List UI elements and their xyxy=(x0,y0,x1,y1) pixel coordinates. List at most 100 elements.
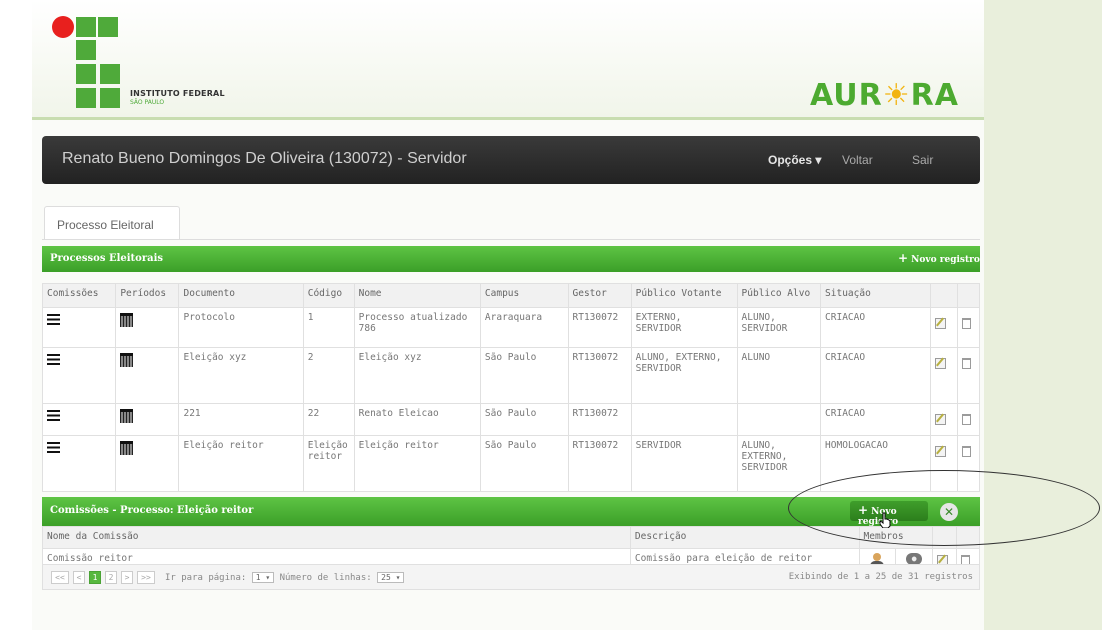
cell-gestor: RT130072 xyxy=(567,347,632,404)
calendar-icon[interactable] xyxy=(120,409,134,423)
trash-icon[interactable] xyxy=(961,318,971,329)
cell-nome: Processo atualizado 786 xyxy=(353,307,481,348)
first-page-button[interactable]: << xyxy=(51,571,69,584)
aurora-sun-icon: ☀ xyxy=(882,78,911,113)
goto-page: Ir para página: 1 ▾ Número de linhas: 25… xyxy=(165,572,405,583)
cell-nome: Eleição xyz xyxy=(353,347,481,404)
processes-header-row: Comissões Períodos Documento Código Nome… xyxy=(41,283,980,308)
goto-page-select[interactable]: 1 ▾ xyxy=(251,572,275,583)
col-header[interactable]: Comissões xyxy=(41,283,117,308)
institute-line1: INSTITUTO FEDERAL xyxy=(130,89,225,98)
last-page-button[interactable]: >> xyxy=(137,571,155,584)
cell-gestor: RT130072 xyxy=(567,403,632,436)
commissions-list-icon[interactable] xyxy=(47,354,60,365)
commissions-list-icon[interactable] xyxy=(47,442,60,453)
processes-table: Comissões Períodos Documento Código Nome… xyxy=(41,283,980,492)
prev-page-button[interactable]: < xyxy=(73,571,85,584)
cell-gestor: RT130072 xyxy=(567,307,632,348)
cell-documento: Eleição xyz xyxy=(178,347,304,404)
trash-icon[interactable] xyxy=(961,414,971,425)
calendar-icon[interactable] xyxy=(120,441,134,455)
cell-situacao: CRIACAO xyxy=(820,347,932,404)
trash-icon[interactable] xyxy=(961,358,971,369)
col-header[interactable]: Períodos xyxy=(115,283,180,308)
hand-cursor-icon xyxy=(879,512,891,528)
cell-votante xyxy=(630,403,738,436)
cell-alvo: ALUNO xyxy=(736,347,822,404)
cell-alvo: ALUNO, SERVIDOR xyxy=(736,307,822,348)
col-header[interactable]: Código xyxy=(302,283,355,308)
aurora-left: AUR xyxy=(810,78,883,113)
page-2-button[interactable]: 2 xyxy=(105,571,117,584)
institute-line2: SÃO PAULO xyxy=(130,99,165,106)
cell-alvo: ALUNO, EXTERNO, SERVIDOR xyxy=(736,435,822,492)
col-header[interactable]: Campus xyxy=(479,283,569,308)
edit-icon[interactable] xyxy=(935,446,947,457)
table-row: Protocolo 1 Processo atualizado 786 Arar… xyxy=(41,307,980,348)
rows-select[interactable]: 25 ▾ xyxy=(377,572,405,583)
aurora-right: RA xyxy=(910,78,959,113)
pagination-bar: << < 1 2 > >> Ir para página: 1 ▾ Número… xyxy=(42,564,980,590)
cell-alvo xyxy=(736,403,822,436)
cell-nome: Renato Eleicao xyxy=(353,403,481,436)
trash-icon[interactable] xyxy=(961,446,971,457)
edit-icon[interactable] xyxy=(935,318,947,329)
cell-gestor: RT130072 xyxy=(567,435,632,492)
commissions-list-icon[interactable] xyxy=(47,314,60,325)
back-link[interactable]: Voltar xyxy=(842,153,873,167)
col-header[interactable]: Nome da Comissão xyxy=(42,526,631,549)
table-row: Eleição xyz 2 Eleição xyz São Paulo RT13… xyxy=(41,347,980,404)
cell-situacao: CRIACAO xyxy=(820,403,932,436)
cell-votante: ALUNO, EXTERNO, SERVIDOR xyxy=(630,347,738,404)
rows-label: Número de linhas: xyxy=(279,573,372,583)
calendar-icon[interactable] xyxy=(120,313,134,327)
commissions-title: Comissões - Processo: Eleição reitor xyxy=(50,505,254,516)
cell-campus: São Paulo xyxy=(479,403,569,436)
tab-divider xyxy=(42,239,980,240)
cell-campus: Araraquara xyxy=(479,307,569,348)
cell-codigo: Eleição reitor xyxy=(302,435,355,492)
aurora-logo: AUR☀RA xyxy=(810,78,959,113)
records-summary: Exibindo de 1 a 25 de 31 registros xyxy=(788,572,973,582)
cell-documento: 221 xyxy=(178,403,304,436)
institute-name: INSTITUTO FEDERAL SÃO PAULO xyxy=(130,89,225,106)
processes-panel-header: Processos Eleitorais + Novo registro xyxy=(42,246,980,272)
top-navbar: Renato Bueno Domingos De Oliveira (13007… xyxy=(42,136,980,184)
user-title: Renato Bueno Domingos De Oliveira (13007… xyxy=(62,150,467,167)
cell-campus: São Paulo xyxy=(479,347,569,404)
calendar-icon[interactable] xyxy=(120,353,134,367)
cell-nome: Eleição reitor xyxy=(353,435,481,492)
cell-campus: São Paulo xyxy=(479,435,569,492)
exit-link[interactable]: Sair xyxy=(912,153,933,167)
edit-icon[interactable] xyxy=(935,358,947,369)
background-left xyxy=(0,0,32,630)
goto-page-label: Ir para página: xyxy=(165,573,247,583)
col-header[interactable]: Documento xyxy=(178,283,304,308)
options-menu[interactable]: Opções ▾ xyxy=(768,153,821,167)
processes-new-button[interactable]: + Novo registro xyxy=(898,251,980,265)
header: INSTITUTO FEDERAL SÃO PAULO AUR☀RA xyxy=(32,0,984,120)
col-header[interactable]: Situação xyxy=(820,283,932,308)
tab-processo-eleitoral[interactable]: Processo Eleitoral xyxy=(44,206,180,240)
cell-codigo: 2 xyxy=(302,347,355,404)
col-header[interactable]: Público Alvo xyxy=(736,283,822,308)
table-row: 221 22 Renato Eleicao São Paulo RT130072… xyxy=(41,403,980,436)
annotation-ellipse xyxy=(788,470,1100,546)
cell-situacao: CRIACAO xyxy=(820,307,932,348)
col-header[interactable]: Nome xyxy=(353,283,481,308)
cell-votante: SERVIDOR xyxy=(630,435,738,492)
commissions-list-icon[interactable] xyxy=(47,410,60,421)
next-page-button[interactable]: > xyxy=(121,571,133,584)
cell-codigo: 1 xyxy=(302,307,355,348)
cell-documento: Protocolo xyxy=(178,307,304,348)
page-1-button[interactable]: 1 xyxy=(89,571,101,584)
cell-codigo: 22 xyxy=(302,403,355,436)
col-header[interactable]: Gestor xyxy=(567,283,632,308)
plus-icon: + xyxy=(898,251,909,265)
cell-documento: Eleição reitor xyxy=(178,435,304,492)
logo-red-dot xyxy=(52,16,74,38)
edit-icon[interactable] xyxy=(935,414,947,425)
cell-votante: EXTERNO, SERVIDOR xyxy=(630,307,738,348)
col-header[interactable]: Público Votante xyxy=(630,283,738,308)
processes-new-label: Novo registro xyxy=(911,255,980,265)
